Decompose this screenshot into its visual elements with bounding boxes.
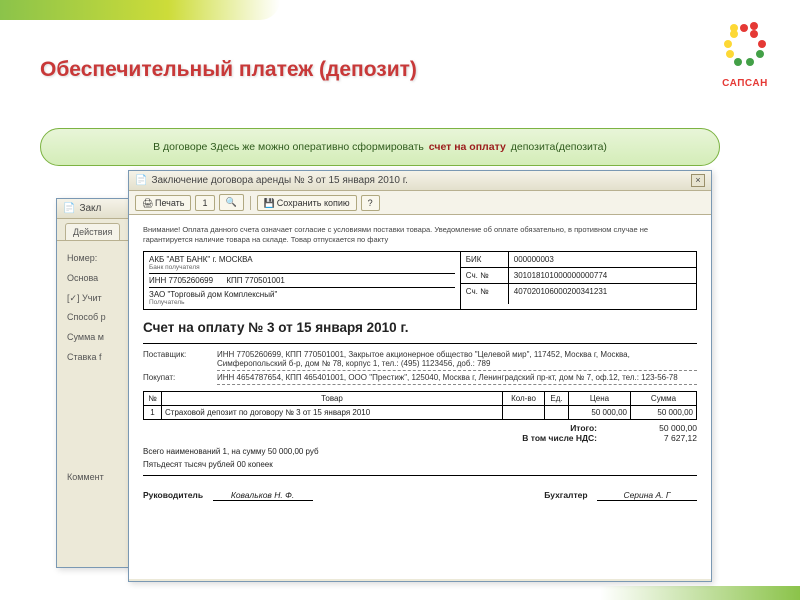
payer-label: Получатель (149, 299, 455, 306)
col-qty: Кол-во (503, 391, 545, 405)
cell-unit (545, 405, 569, 419)
bank-name: АКБ "АВТ БАНК" г. МОСКВА (149, 255, 455, 264)
acc1-value: 301018101000000000774 (509, 268, 696, 283)
supplier-value: ИНН 7705260699, КПП 770501001, Закрытое … (217, 350, 697, 371)
invoice-document: Внимание! Оплата данного счета означает … (129, 215, 711, 579)
acc2-value: 407020106000200341231 (509, 284, 696, 304)
director-label: Руководитель (143, 490, 203, 500)
kpp-value: 770501001 (245, 276, 285, 285)
sum-words: Пятьдесят тысяч рублей 00 копеек (143, 460, 697, 469)
inn-value: 7705260699 (169, 276, 214, 285)
close-icon[interactable]: × (691, 174, 705, 187)
accountant-label: Бухгалтер (544, 490, 587, 500)
totals-block: Итого: 50 000,00 В том числе НДС: 7 627,… (143, 423, 697, 443)
bik-value: 000000003 (509, 252, 696, 267)
page-title: Обеспечительный платеж (депозит) (40, 58, 417, 82)
buyer-label: Покупат: (143, 373, 211, 385)
help-icon: ? (368, 198, 373, 208)
col-item: Товар (162, 391, 503, 405)
signatures: Руководитель Ковальков Н. Ф. Бухгалтер С… (143, 490, 697, 501)
inn-label: ИНН (149, 276, 166, 285)
total-value: 50 000,00 (617, 423, 697, 433)
sum-line: Всего наименований 1, на сумму 50 000,00… (143, 447, 697, 456)
buyer-value: ИНН 4654787654, КПП 465401001, ООО "Прес… (217, 373, 697, 385)
kpp-label: КПП (226, 276, 242, 285)
doc-icon: 📄 (135, 175, 147, 186)
invoice-note: Внимание! Оплата данного счета означает … (143, 225, 697, 245)
save-copy-button[interactable]: 💾 Сохранить копию (257, 195, 357, 211)
payer-name: ЗАО "Торговый дом Комплексный" (149, 290, 455, 299)
banner-highlight: счет на оплату (427, 141, 508, 153)
col-price: Цена (569, 391, 631, 405)
acc1-label: Сч. № (461, 268, 509, 283)
copies-stepper[interactable]: 1 (195, 195, 214, 211)
brand-name: САПСАН (718, 78, 772, 89)
print-button[interactable]: 🖨 Печать (135, 195, 191, 211)
banner-text-prefix: В договоре (153, 141, 207, 153)
back-toolbar-btn[interactable]: Действия (65, 223, 120, 240)
invoice-table: № Товар Кол-во Ед. Цена Сумма 1 Страхово… (143, 391, 697, 420)
info-banner: В договоре Здесь же можно оперативно сфо… (40, 128, 720, 166)
col-n: № (144, 391, 162, 405)
cell-item: Страховой депозит по договору № 3 от 15 … (162, 405, 503, 419)
invoice-window: 📄 Заключение договора аренды № 3 от 15 я… (128, 170, 712, 582)
brand-logo: САПСАН (718, 20, 772, 89)
banner-text-suffix: депозита(депозита) (511, 141, 607, 153)
cell-qty (503, 405, 545, 419)
magnifier-minus-icon: 🔍 (226, 197, 237, 208)
zoom-out-button[interactable]: 🔍 (219, 194, 244, 211)
bik-label: БИК (461, 252, 509, 267)
col-sum: Сумма (631, 391, 697, 405)
top-accent (0, 0, 280, 20)
bank-details: АКБ "АВТ БАНК" г. МОСКВА Банк получателя… (143, 251, 697, 310)
printer-icon: 🖨 (142, 198, 152, 208)
supplier-label: Поставщик: (143, 350, 211, 371)
vat-label: В том числе НДС: (467, 433, 597, 443)
banner-text-mid: Здесь же можно оперативно сформировать (210, 141, 424, 153)
acc2-label: Сч. № (461, 284, 509, 304)
toolbar: 🖨 Печать 1 🔍 💾 Сохранить копию ? (129, 191, 711, 215)
invoice-title: Счет на оплату № 3 от 15 января 2010 г. (143, 320, 697, 335)
front-window-title: Заключение договора аренды № 3 от 15 янв… (151, 175, 408, 186)
col-unit: Ед. (545, 391, 569, 405)
table-row: 1 Страховой депозит по договору № 3 от 1… (144, 405, 697, 419)
cell-n: 1 (144, 405, 162, 419)
cell-price: 50 000,00 (569, 405, 631, 419)
table-header-row: № Товар Кол-во Ед. Цена Сумма (144, 391, 697, 405)
total-label: Итого: (467, 423, 597, 433)
save-icon: 💾 (264, 198, 274, 208)
accountant-name: Серина А. Г (597, 490, 697, 501)
help-button[interactable]: ? (361, 195, 380, 211)
director-name: Ковальков Н. Ф. (213, 490, 313, 501)
back-window-title: Закл (79, 203, 101, 214)
vat-value: 7 627,12 (617, 433, 697, 443)
recipient-bank-label: Банк получателя (149, 264, 455, 271)
cell-sum: 50 000,00 (631, 405, 697, 419)
front-window-titlebar[interactable]: 📄 Заключение договора аренды № 3 от 15 я… (129, 171, 711, 191)
bottom-accent (600, 586, 800, 600)
doc-icon: 📄 (63, 203, 75, 214)
